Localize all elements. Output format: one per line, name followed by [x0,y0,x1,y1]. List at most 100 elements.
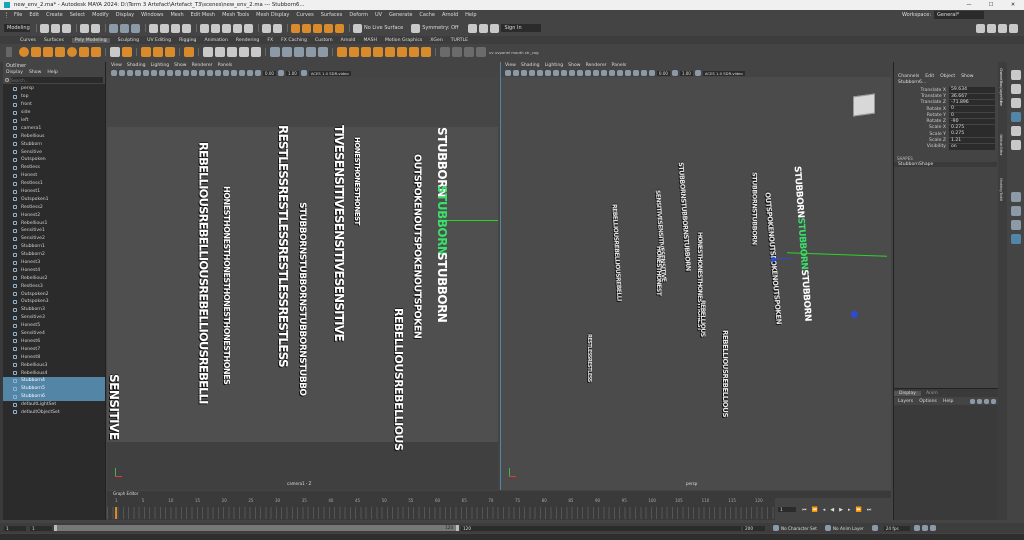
snap-together-icon[interactable] [479,23,489,33]
menu-file[interactable]: File [14,12,22,18]
io-icon[interactable] [273,23,282,33]
channel-value-field[interactable]: 1.21 [949,137,995,144]
ambient-occlusion-icon[interactable] [215,70,221,76]
channel-value-field[interactable]: 0.275 [949,125,995,131]
persp-word-8[interactable]: REBELLIOUSREBELLIOUS [721,330,729,417]
layers-menu[interactable]: Layers [898,399,913,404]
step-forward-key-icon[interactable]: ⏩ [856,507,862,513]
view-menu[interactable]: View [111,63,122,68]
lock-icon[interactable] [160,23,169,33]
outliner-item[interactable]: Restless3 [3,282,105,290]
range-end-field[interactable]: 120 [461,525,741,531]
smooth-shade-icon[interactable] [577,70,583,76]
multi-cut-icon[interactable] [318,47,328,57]
outliner-item[interactable]: Outspoken3 [3,298,105,306]
outliner-item[interactable]: Sensitive4 [3,330,105,338]
outliner-item[interactable]: Rebellious3 [3,361,105,369]
command-line[interactable] [0,534,1024,540]
live-surface-label[interactable]: No Live Surface [364,25,403,31]
playback-options-icon[interactable] [929,525,936,531]
graph-editor-label[interactable]: Graph Editor [113,491,138,496]
resolution-gate-icon[interactable] [553,70,559,76]
select-tool-icon[interactable] [1011,70,1021,80]
channel-value-field[interactable]: -71.896 [949,99,995,106]
shadows-icon[interactable] [207,70,213,76]
shelf-tab-uv-editing[interactable]: UV Editing [147,38,171,43]
shelf-tab-surfaces[interactable]: Surfaces [44,38,64,43]
outliner-item[interactable]: Honest3 [3,259,105,267]
menu-modify[interactable]: Modify [92,12,109,18]
menu-uv[interactable]: UV [375,12,382,18]
menu-generate[interactable]: Generate [389,12,412,18]
menu-display[interactable]: Display [116,12,134,18]
bookmark-icon[interactable] [521,70,527,76]
range-start-field[interactable]: 1 [30,525,52,531]
resolution-gate-icon[interactable] [159,70,165,76]
anim-layer-dropdown[interactable]: No Anim Layer [833,526,864,531]
panels-menu[interactable]: Panels [612,63,627,68]
shelf-tab-fx[interactable]: FX [267,38,273,43]
render-view-icon[interactable] [291,23,300,33]
ambient-occlusion-icon[interactable] [609,70,615,76]
isolate-select-icon[interactable] [625,70,631,76]
layout-uv-icon[interactable] [385,47,395,57]
outliner-menu-show[interactable]: Show [29,70,41,75]
symmetry-icon[interactable] [411,23,421,33]
outliner-item[interactable]: defaultLightSet [3,401,105,409]
sew-uv-icon[interactable] [409,47,419,57]
symmetry-dropdown[interactable]: Symmetry: Off [422,25,458,31]
menu-edit[interactable]: Edit [29,12,39,18]
current-time-marker[interactable] [115,507,117,519]
ipr-render-icon[interactable] [313,23,322,33]
outliner-item[interactable]: front [3,101,105,109]
object-menu[interactable]: Object [940,74,955,79]
shelf-tab-poly-modeling[interactable]: Poly Modeling [71,37,110,43]
cut-uv-icon[interactable] [397,47,407,57]
render-settings-icon[interactable] [324,23,333,33]
open-scene-icon[interactable] [51,23,60,33]
menu-create[interactable]: Create [46,12,63,18]
outliner-item[interactable]: side [3,109,105,117]
undo-icon[interactable] [80,23,89,33]
grid-icon[interactable] [537,70,543,76]
outliner-item[interactable]: Rebellious1 [3,219,105,227]
xray-icon[interactable] [239,70,245,76]
uv-editor-icon[interactable] [337,47,347,57]
color-space-dropdown[interactable]: ACES 1.0 SDR-video [308,70,351,76]
outliner-item[interactable]: camera1 [3,124,105,132]
boolean-icon[interactable] [239,47,249,57]
outliner-item[interactable]: Rebellious4 [3,369,105,377]
attribute-editor-icon[interactable] [987,23,996,33]
outliner-item[interactable]: persp [3,85,105,93]
gate-mask-icon[interactable] [561,70,567,76]
outliner-item[interactable]: Sensitive [3,148,105,156]
show-menu[interactable]: Show [961,74,973,79]
end-time-field[interactable]: 200 [743,525,765,531]
layer-down-icon[interactable] [977,398,982,404]
lights-icon[interactable] [593,70,599,76]
separate-icon[interactable] [215,47,225,57]
select-component-icon[interactable] [131,23,140,33]
edit-menu[interactable]: Edit [925,74,934,79]
mode-dropdown[interactable]: Modeling [4,24,30,32]
snap-plane-icon[interactable] [233,23,242,33]
workspace-dropdown[interactable]: General* [934,11,984,19]
word-outspoken-1[interactable]: OUTSPOKENOUTSPOKENOUTSPOKEN [412,154,423,338]
color-space-dropdown[interactable]: ACES 1.0 SDR-video [702,70,745,76]
manipulator-blue-dot[interactable] [851,311,858,318]
custom-uv-icon[interactable] [440,47,450,57]
redo-icon[interactable] [91,23,100,33]
motion-blur-icon[interactable] [223,70,229,76]
tool-settings-icon[interactable] [998,23,1007,33]
gate-mask-icon[interactable] [167,70,173,76]
smooth-shade-icon[interactable] [183,70,189,76]
gamma-icon[interactable] [277,70,284,76]
camera-icon[interactable] [505,70,511,76]
color-management-icon[interactable] [300,70,307,76]
svg-icon[interactable] [165,47,175,57]
pick-mask-icon[interactable] [149,23,158,33]
tab-modeling-toolkit[interactable]: Modeling Toolkit [999,178,1004,201]
persp-word-4[interactable]: STUBBORNSTUBBORNSTUBBORN [677,162,693,271]
outliner-item[interactable]: Restless [3,164,105,172]
word-stubborn-selected-3[interactable]: STUBBORN [435,252,449,322]
